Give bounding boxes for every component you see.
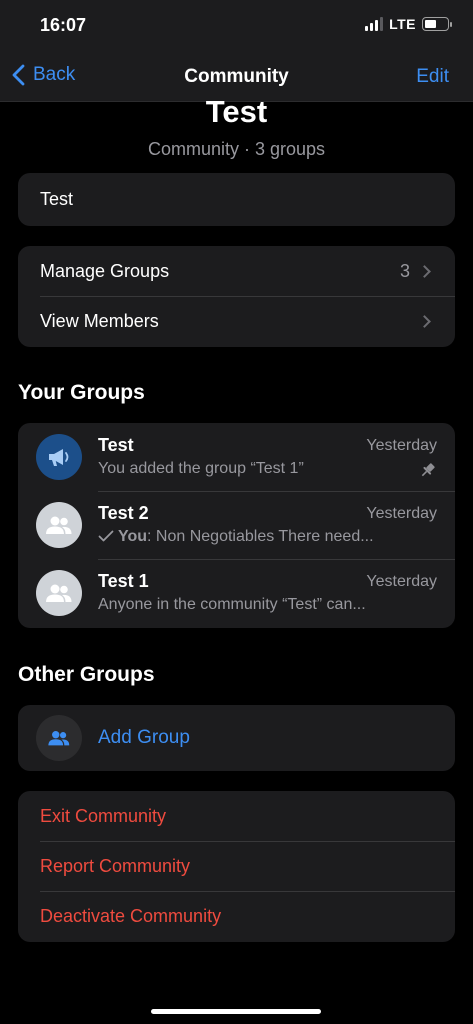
chevron-left-icon	[12, 64, 25, 86]
report-community-button[interactable]: Report Community	[18, 841, 455, 891]
your-groups-heading: Your Groups	[18, 381, 145, 404]
your-groups-list: Test Yesterday You added the group “Test…	[18, 423, 455, 628]
group-row-test-2[interactable]: Test 2 Yesterday You: Non Negotiables Th…	[18, 491, 455, 559]
message-sender: You	[118, 528, 148, 545]
add-group-people-icon	[36, 715, 82, 761]
group-people-icon	[36, 502, 82, 548]
group-last-message: Anyone in the community “Test” can...	[98, 596, 366, 613]
community-menu: Manage Groups 3 View Members	[18, 246, 455, 347]
view-members-label: View Members	[40, 310, 159, 331]
back-label: Back	[33, 64, 76, 85]
add-group-button[interactable]: Add Group	[18, 705, 455, 771]
community-description-card[interactable]: Test	[18, 173, 455, 226]
home-indicator[interactable]	[151, 1009, 321, 1014]
community-info-screen: 16:07 LTE Back Community Edit Test Commu…	[0, 0, 473, 1024]
group-timestamp: Yesterday	[366, 505, 437, 522]
edit-button[interactable]: Edit	[416, 66, 449, 88]
back-button[interactable]: Back	[12, 64, 75, 86]
status-bar: 16:07 LTE	[0, 0, 473, 50]
status-time: 16:07	[40, 15, 87, 35]
chevron-right-icon	[418, 314, 431, 328]
group-timestamp: Yesterday	[366, 437, 437, 454]
community-name: Test	[205, 94, 268, 129]
group-row-test-1[interactable]: Test 1 Yesterday Anyone in the community…	[18, 559, 455, 627]
manage-groups-count: 3	[399, 260, 410, 281]
battery-icon	[422, 17, 452, 31]
view-members-row[interactable]: View Members	[18, 296, 455, 346]
pin-icon	[421, 463, 435, 477]
group-name: Test 1	[98, 571, 149, 591]
checkmark-icon	[98, 530, 114, 542]
group-timestamp: Yesterday	[366, 573, 437, 590]
status-indicators: LTE	[365, 16, 452, 32]
exit-community-button[interactable]: Exit Community	[18, 791, 455, 841]
manage-groups-label: Manage Groups	[40, 260, 170, 281]
group-name: Test 2	[98, 503, 149, 523]
group-row-test[interactable]: Test Yesterday You added the group “Test…	[18, 423, 455, 491]
signal-strength-icon	[365, 17, 384, 31]
megaphone-icon	[36, 434, 82, 480]
manage-groups-row[interactable]: Manage Groups 3	[18, 246, 455, 296]
other-groups-heading: Other Groups	[18, 663, 155, 686]
group-name: Test	[98, 435, 134, 455]
chevron-right-icon	[418, 264, 431, 278]
deactivate-community-button[interactable]: Deactivate Community	[18, 891, 455, 941]
network-type: LTE	[389, 16, 416, 32]
group-last-message: You added the group “Test 1”	[98, 460, 304, 477]
community-actions: Exit Community Report Community Deactiva…	[18, 791, 455, 942]
community-subtitle: Community · 3 groups	[147, 139, 326, 159]
add-group-label: Add Group	[98, 727, 190, 748]
group-last-message: You: Non Negotiables There need...	[98, 528, 398, 546]
message-text: : Non Negotiables There need...	[147, 528, 374, 545]
group-people-icon	[36, 570, 82, 616]
community-description: Test	[40, 189, 74, 209]
